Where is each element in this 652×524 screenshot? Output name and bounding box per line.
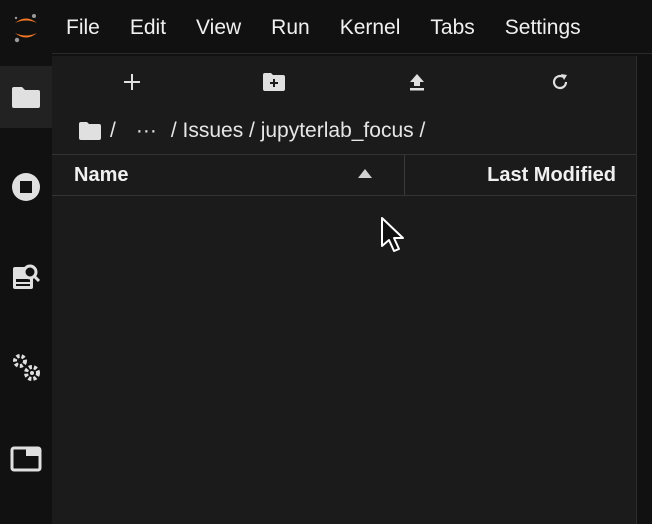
new-launcher-button[interactable] xyxy=(114,68,150,96)
menu-tabs[interactable]: Tabs xyxy=(430,16,490,40)
breadcrumb: / ··· / Issues / jupyterlab_focus / xyxy=(78,116,431,146)
file-browser-tab[interactable] xyxy=(0,66,52,128)
breadcrumb-path[interactable]: / Issues / jupyterlab_focus / xyxy=(171,119,425,143)
menu-bar: File Edit View Run Kernel Tabs Settings xyxy=(0,0,652,56)
name-column-header[interactable]: Name xyxy=(74,164,128,187)
file-browser-panel: / ··· / Issues / jupyterlab_focus / Name… xyxy=(52,56,636,524)
folder-icon xyxy=(12,87,40,108)
listing-header: Name Last Modified xyxy=(52,154,636,196)
extensions-tab[interactable] xyxy=(0,336,52,398)
activity-bar xyxy=(0,56,52,524)
tabs-tab[interactable] xyxy=(0,428,52,490)
breadcrumb-separator: / xyxy=(110,119,116,142)
menu-kernel[interactable]: Kernel xyxy=(340,16,417,40)
new-launcher-icon xyxy=(124,74,140,90)
extensions-gear-icon xyxy=(13,354,40,381)
panel-splitter[interactable] xyxy=(636,56,652,524)
stop-circle-icon xyxy=(12,173,40,201)
breadcrumb-ellipsis[interactable]: ··· xyxy=(136,119,157,143)
refresh-button[interactable] xyxy=(542,68,578,96)
menu-divider xyxy=(52,53,652,54)
new-folder-button[interactable] xyxy=(256,68,292,96)
menu-edit[interactable]: Edit xyxy=(130,16,182,40)
last-modified-column-header[interactable]: Last Modified xyxy=(487,164,616,187)
upload-button[interactable] xyxy=(399,68,435,96)
file-listing[interactable] xyxy=(52,196,636,524)
home-folder-icon[interactable] xyxy=(78,121,102,141)
sort-ascending-icon[interactable] xyxy=(358,169,372,178)
tab-window-icon xyxy=(10,446,42,472)
upload-icon xyxy=(410,74,424,91)
refresh-icon xyxy=(552,74,568,90)
running-sessions-tab[interactable] xyxy=(0,156,52,218)
mouse-cursor-icon xyxy=(381,217,404,252)
menu-settings[interactable]: Settings xyxy=(505,16,597,40)
jupyter-logo-icon[interactable] xyxy=(0,0,52,56)
file-browser-toolbar xyxy=(52,56,636,108)
menu-run[interactable]: Run xyxy=(271,16,326,40)
property-inspector-tab[interactable] xyxy=(0,246,52,308)
menu-file[interactable]: File xyxy=(66,16,116,40)
new-folder-icon xyxy=(263,73,285,91)
menu-view[interactable]: View xyxy=(196,16,257,40)
column-resize-handle[interactable] xyxy=(404,155,405,195)
property-inspector-icon xyxy=(13,264,41,289)
